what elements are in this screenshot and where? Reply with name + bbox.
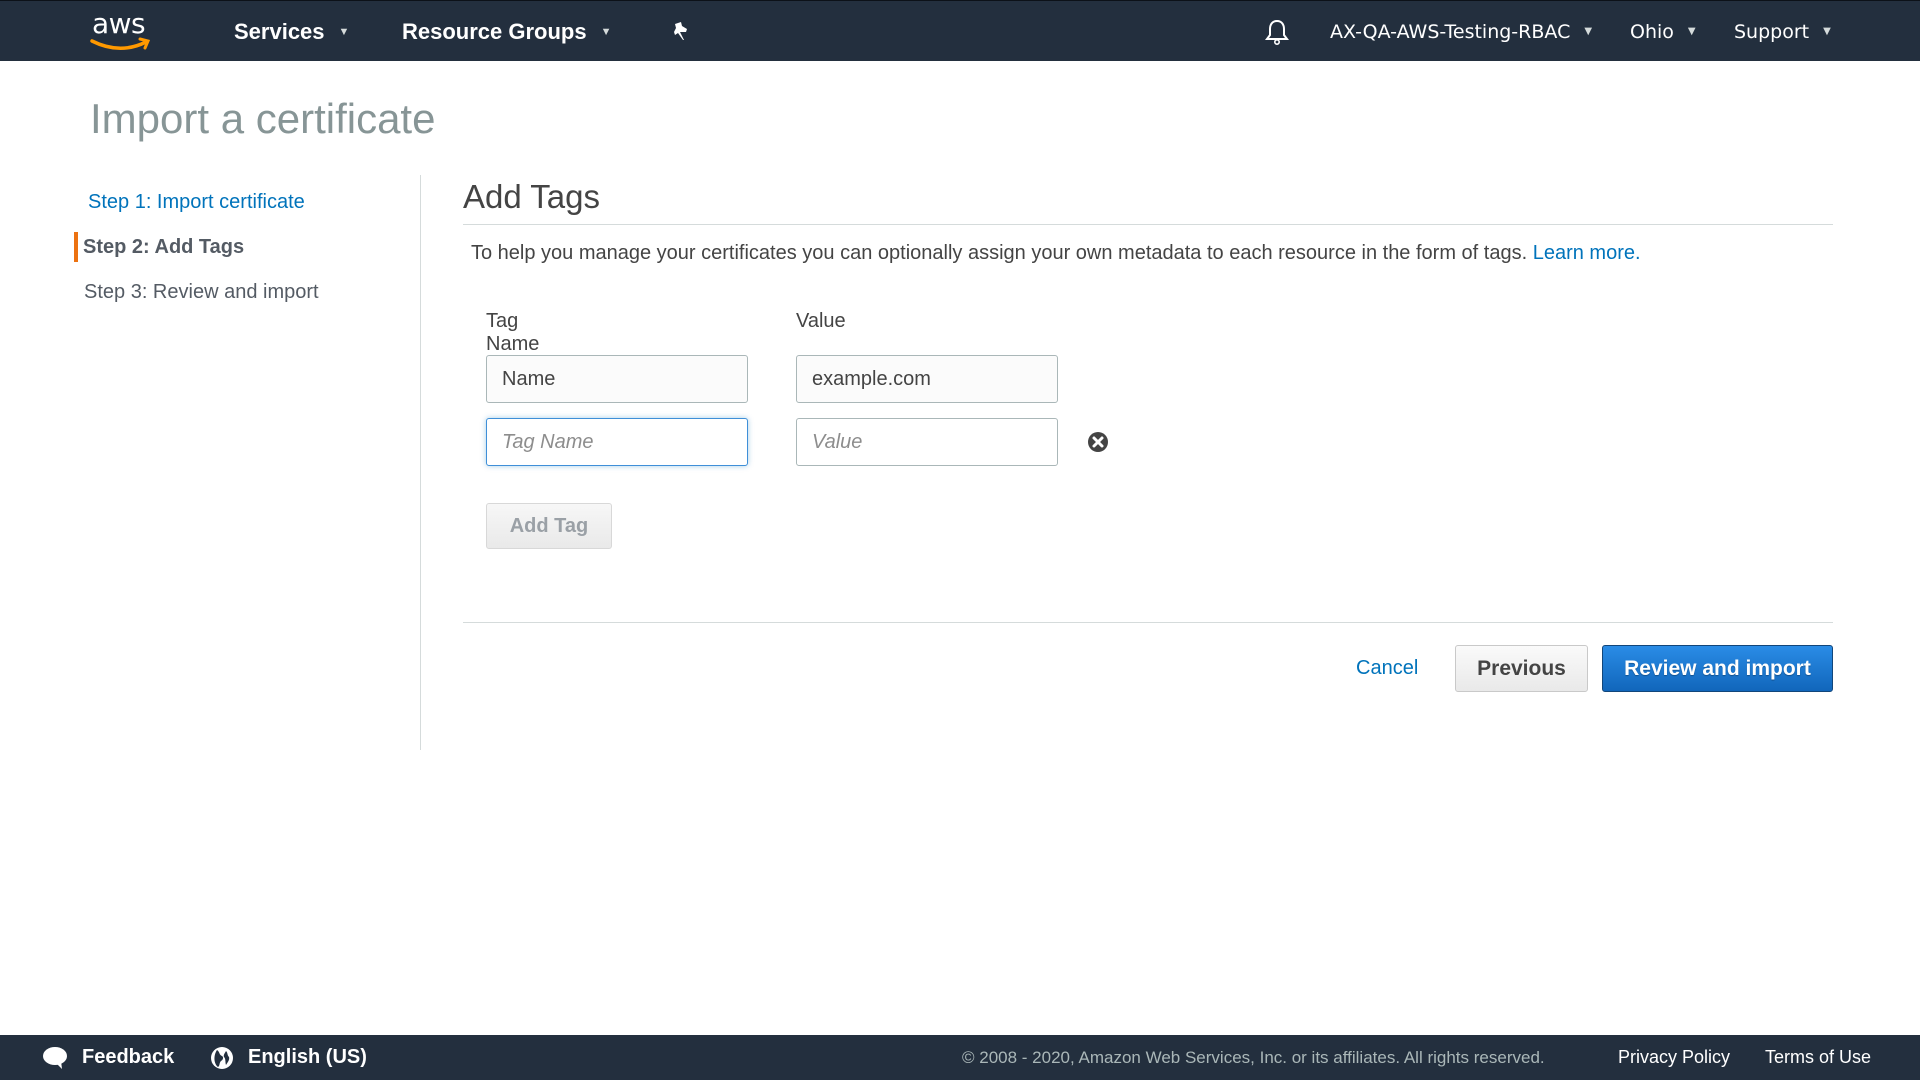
feedback-button[interactable]: Feedback: [42, 1035, 174, 1080]
pushpin-icon[interactable]: [669, 20, 693, 49]
review-and-import-button[interactable]: Review and import: [1602, 645, 1833, 692]
footer: Feedback English (US) © 2008 - 2020, Ama…: [0, 1035, 1920, 1080]
resource-groups-menu[interactable]: Resource Groups ▼: [402, 1, 612, 62]
vertical-divider: [420, 175, 421, 750]
wizard-steps: Step 1: Import certificate Step 2: Add T…: [74, 180, 420, 315]
remove-tag-icon[interactable]: [1087, 431, 1109, 453]
aws-logo-text: aws: [92, 7, 146, 40]
description: To help you manage your certificates you…: [463, 242, 1833, 265]
aws-logo[interactable]: aws: [90, 7, 154, 53]
feedback-label: Feedback: [82, 1046, 175, 1068]
tag-name-input[interactable]: Name: [486, 355, 748, 403]
caret-down-icon: ▼: [1687, 26, 1696, 37]
privacy-policy-link[interactable]: Privacy Policy: [1618, 1035, 1730, 1080]
top-nav: aws Services ▼ Resource Groups ▼ AX-QA-A…: [0, 0, 1920, 61]
region-menu[interactable]: Ohio ▼: [1630, 1, 1696, 62]
caret-down-icon: ▼: [1584, 26, 1593, 37]
description-text: To help you manage your certificates you…: [471, 242, 1528, 264]
active-step-indicator: [74, 232, 78, 262]
aws-smile-icon: [90, 37, 151, 50]
services-label: Services: [234, 18, 325, 44]
section-divider: [463, 224, 1833, 225]
speech-bubble-icon: [43, 1046, 67, 1069]
step-import-certificate[interactable]: Step 1: Import certificate: [74, 180, 420, 225]
resource-groups-label: Resource Groups: [402, 18, 587, 44]
support-menu[interactable]: Support ▼: [1734, 1, 1831, 62]
caret-down-icon: ▼: [600, 25, 612, 38]
terms-of-use-link[interactable]: Terms of Use: [1765, 1035, 1871, 1080]
account-menu[interactable]: AX-QA-AWS-Testing-RBAC ▼: [1330, 1, 1592, 62]
new-tag-value-input[interactable]: Value: [796, 418, 1058, 466]
cancel-button[interactable]: Cancel: [1356, 645, 1418, 692]
language-label: English (US): [248, 1046, 367, 1068]
page-title: Import a certificate: [90, 95, 436, 142]
language-selector[interactable]: English (US): [210, 1035, 367, 1080]
globe-icon: [211, 1046, 233, 1069]
bell-icon[interactable]: [1264, 18, 1290, 51]
caret-down-icon: ▼: [338, 25, 350, 38]
add-tags-panel: Add Tags To help you manage your certifi…: [463, 170, 1833, 692]
copyright-text: © 2008 - 2020, Amazon Web Services, Inc.…: [962, 1047, 1545, 1067]
tag-value-input[interactable]: example.com: [796, 355, 1058, 403]
previous-button[interactable]: Previous: [1455, 645, 1588, 692]
wizard-actions: Cancel Previous Review and import: [463, 645, 1833, 692]
value-header: Value: [796, 310, 846, 332]
caret-down-icon: ▼: [1823, 26, 1831, 37]
region-label: Ohio: [1630, 20, 1674, 43]
add-tag-button[interactable]: Add Tag: [486, 503, 612, 549]
step-review-and-import: Step 3: Review and import: [84, 281, 319, 303]
learn-more-link[interactable]: Learn more.: [1533, 242, 1641, 264]
account-label: AX-QA-AWS-Testing-RBAC: [1330, 20, 1571, 43]
support-label: Support: [1734, 20, 1810, 43]
services-menu[interactable]: Services ▼: [234, 1, 349, 62]
step-add-tags-label: Step 2: Add Tags: [83, 236, 245, 258]
actions-divider: [463, 622, 1833, 623]
new-tag-name-input[interactable]: Tag Name: [486, 418, 748, 466]
tag-name-header: Tag Name: [486, 310, 540, 355]
section-title: Add Tags: [463, 178, 600, 215]
step-add-tags: Step 2: Add Tags: [74, 225, 420, 270]
